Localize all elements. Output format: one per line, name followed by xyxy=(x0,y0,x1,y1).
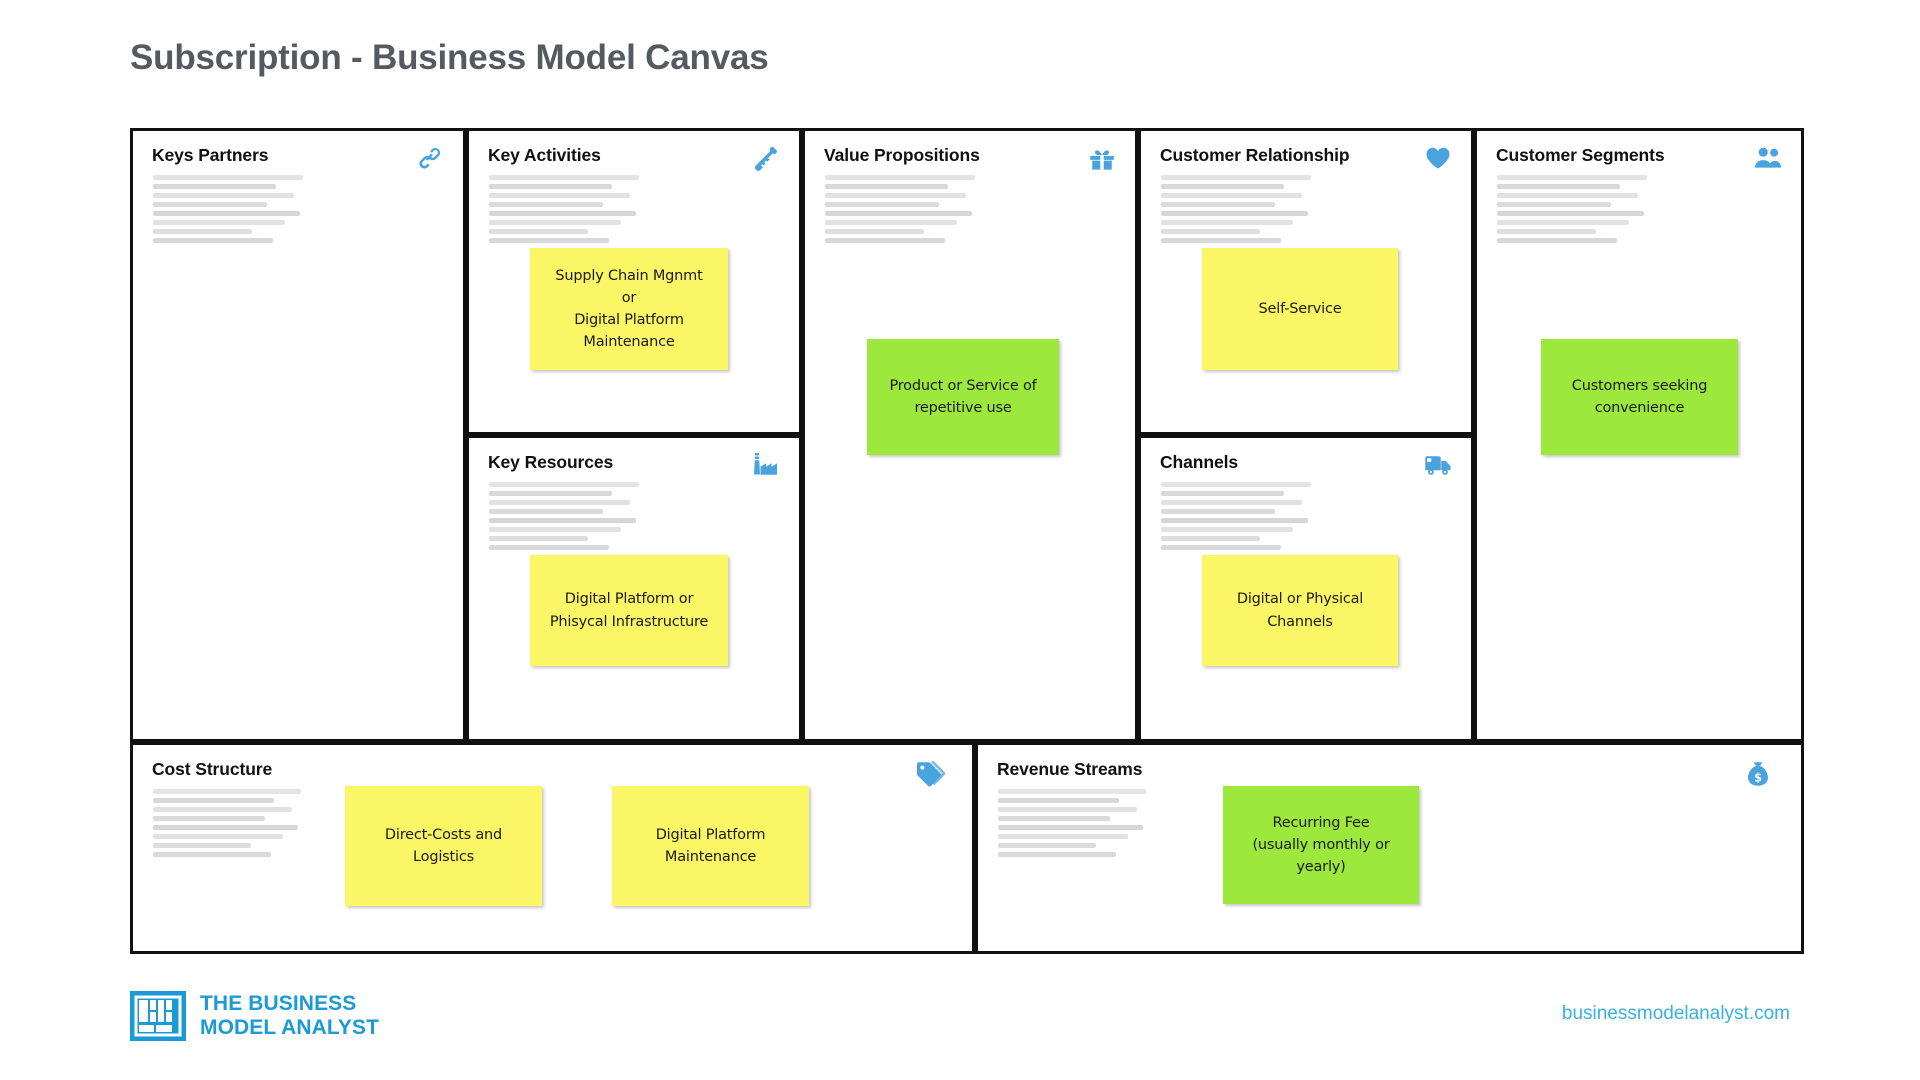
placeholder-lines xyxy=(153,175,303,247)
brand-line-2: MODEL ANALYST xyxy=(200,1016,380,1039)
money-bag-icon: $ xyxy=(1741,757,1775,791)
block-title: Value Propositions xyxy=(824,145,980,165)
sticky-note-value-propositions[interactable]: Product or Service of repetitive use xyxy=(867,339,1059,455)
chain-link-icon xyxy=(413,141,447,175)
price-tag-icon xyxy=(912,757,946,791)
block-key-resources[interactable]: Key Resources Digital Platform or Phisyc… xyxy=(466,435,802,742)
gift-icon xyxy=(1085,141,1119,175)
brand-logo: THE BUSINESS MODEL ANALYST xyxy=(130,988,379,1044)
sticky-note-cost-2[interactable]: Digital Platform Maintenance xyxy=(612,786,809,906)
placeholder-lines xyxy=(998,789,1146,861)
block-value-propositions[interactable]: Value Propositions Product or Service of… xyxy=(802,128,1138,742)
block-title: Revenue Streams xyxy=(997,759,1143,779)
svg-text:$: $ xyxy=(1754,772,1762,785)
block-cost-structure[interactable]: Cost Structure Direct-Costs and Logistic… xyxy=(130,742,975,954)
block-title: Key Resources xyxy=(488,452,614,472)
shovel-icon xyxy=(749,141,783,175)
website-link[interactable]: businessmodelanalyst.com xyxy=(1562,1003,1790,1025)
placeholder-lines xyxy=(153,789,301,861)
block-revenue-streams[interactable]: Revenue Streams $ Recurring Fee (usually… xyxy=(975,742,1804,954)
canvas-grid-logo-icon xyxy=(130,991,186,1041)
placeholder-lines xyxy=(1161,482,1311,554)
sticky-note-revenue-1[interactable]: Recurring Fee (usually monthly or yearly… xyxy=(1223,786,1419,904)
block-title: Customer Relationship xyxy=(1160,145,1350,165)
placeholder-lines xyxy=(825,175,975,247)
block-key-partners[interactable]: Keys Partners xyxy=(130,128,466,742)
placeholder-lines xyxy=(489,482,639,554)
block-title: Key Activities xyxy=(488,145,601,165)
users-icon xyxy=(1751,141,1785,175)
sticky-note-key-resources[interactable]: Digital Platform or Phisycal Infrastruct… xyxy=(530,555,728,666)
block-customer-segments[interactable]: Customer Segments Customers seeking conv… xyxy=(1474,128,1804,742)
brand-wordmark: THE BUSINESS MODEL ANALYST xyxy=(200,992,379,1041)
sticky-note-channels[interactable]: Digital or Physical Channels xyxy=(1202,555,1398,666)
sticky-note-customer-segments[interactable]: Customers seeking convenience xyxy=(1541,339,1738,455)
delivery-truck-icon xyxy=(1421,448,1455,482)
block-title: Keys Partners xyxy=(152,145,269,165)
block-key-activities[interactable]: Key Activities Supply Chain Mgnmt or Dig… xyxy=(466,128,802,435)
business-model-canvas: Keys Partners Key Activities Supply Chai… xyxy=(130,128,1804,954)
sticky-note-customer-relationship[interactable]: Self-Service xyxy=(1202,248,1398,370)
block-title: Cost Structure xyxy=(152,759,273,779)
page-title: Subscription - Business Model Canvas xyxy=(130,38,769,77)
block-title: Customer Segments xyxy=(1496,145,1665,165)
placeholder-lines xyxy=(1161,175,1311,247)
sticky-note-key-activities[interactable]: Supply Chain Mgnmt or Digital Platform M… xyxy=(530,248,728,370)
block-customer-relationship[interactable]: Customer Relationship Self-Service xyxy=(1138,128,1474,435)
placeholder-lines xyxy=(489,175,639,247)
block-channels[interactable]: Channels Digital or Physical Channels xyxy=(1138,435,1474,742)
heart-icon xyxy=(1421,141,1455,175)
factory-icon xyxy=(749,448,783,482)
sticky-note-cost-1[interactable]: Direct-Costs and Logistics xyxy=(345,786,542,906)
placeholder-lines xyxy=(1497,175,1647,247)
block-title: Channels xyxy=(1160,452,1238,472)
brand-line-1: THE BUSINESS xyxy=(200,991,357,1015)
